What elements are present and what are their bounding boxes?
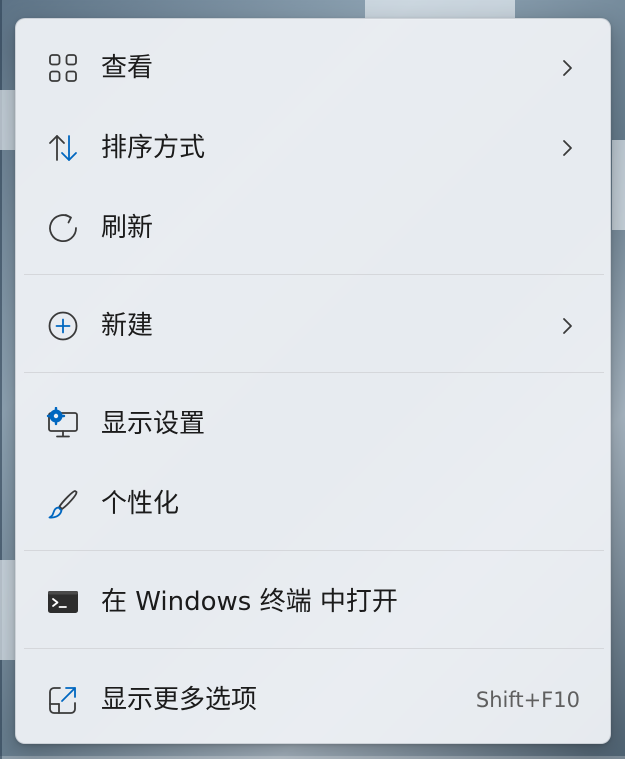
menu-item-view[interactable]: 查看 [24,35,604,101]
chevron-right-icon [560,137,574,159]
menu-item-personalize[interactable]: 个性化 [24,471,604,537]
menu-item-label: 显示更多选项 [101,685,258,715]
menu-item-label: 在 Windows 终端 中打开 [101,587,398,617]
wallpaper-block [0,90,16,150]
add-circle-icon [46,309,80,343]
sort-icon [46,131,80,165]
wallpaper-block [365,0,515,20]
menu-separator [24,274,604,275]
menu-item-open-in-terminal[interactable]: 在 Windows 终端 中打开 [24,569,604,635]
menu-item-label: 查看 [101,53,154,83]
menu-item-label: 个性化 [101,489,180,519]
chevron-right-icon [560,57,574,79]
menu-item-label: 刷新 [101,213,154,243]
menu-item-display-settings[interactable]: 显示设置 [24,391,604,457]
menu-item-label: 排序方式 [101,133,206,163]
grid-view-icon [46,51,80,85]
chevron-right-icon [560,315,574,337]
menu-separator [24,372,604,373]
keyboard-shortcut: Shift+F10 [475,688,580,712]
menu-item-show-more-options[interactable]: 显示更多选项 Shift+F10 [24,667,604,733]
menu-item-label: 新建 [101,311,154,341]
menu-item-sort-by[interactable]: 排序方式 [24,115,604,181]
menu-item-refresh[interactable]: 刷新 [24,195,604,261]
desktop-context-menu: 查看 排序方式 刷新 新建 显示设置 个性化 在 Windows 终端 中打开 … [15,18,611,744]
open-external-icon [46,683,80,717]
menu-separator [24,648,604,649]
menu-item-label: 显示设置 [101,409,206,439]
wallpaper-block [612,140,625,230]
menu-separator [24,550,604,551]
paintbrush-icon [46,487,80,521]
display-settings-icon [46,407,80,441]
terminal-icon [46,585,80,619]
menu-item-new[interactable]: 新建 [24,293,604,359]
refresh-icon [46,211,80,245]
wallpaper-block [0,560,16,660]
